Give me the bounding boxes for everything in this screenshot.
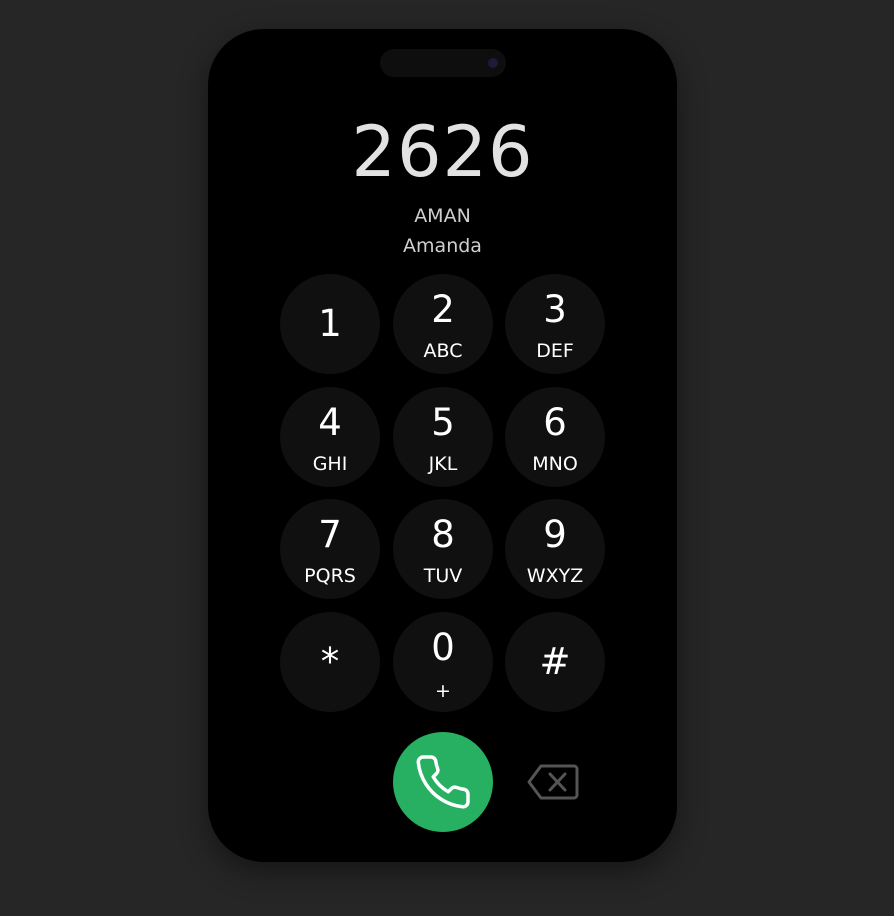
key-2[interactable]: 2 ABC: [393, 274, 493, 374]
key-digit: 9: [543, 513, 567, 556]
contact-name: Amanda: [403, 235, 482, 257]
phone-frame: 2626 AMAN Amanda 1 2 ABC 3 DEF 4 GHI 5 J…: [208, 29, 677, 862]
key-digit: *: [320, 640, 340, 683]
key-letters: MNO: [532, 453, 578, 475]
key-3[interactable]: 3 DEF: [505, 274, 605, 374]
key-digit: 8: [431, 513, 455, 556]
key-letters: JKL: [428, 453, 458, 475]
key-letters: +: [435, 680, 451, 702]
phone-icon: [416, 755, 470, 809]
key-letters: PQRS: [304, 565, 356, 587]
key-digit: 0: [431, 626, 455, 669]
key-digit: 5: [431, 401, 455, 444]
dynamic-island: [380, 49, 506, 77]
key-digit: 7: [318, 513, 342, 556]
key-letters: GHI: [312, 453, 348, 475]
key-6[interactable]: 6 MNO: [505, 387, 605, 487]
key-letters: TUV: [423, 565, 463, 587]
key-hash[interactable]: #: [505, 612, 605, 712]
call-button[interactable]: [393, 732, 493, 832]
key-digit: 1: [318, 302, 342, 345]
key-8[interactable]: 8 TUV: [393, 499, 493, 599]
key-9[interactable]: 9 WXYZ: [505, 499, 605, 599]
key-4[interactable]: 4 GHI: [280, 387, 380, 487]
key-letters: ABC: [423, 340, 463, 362]
key-letters: WXYZ: [526, 565, 584, 587]
delete-button[interactable]: [527, 762, 579, 802]
key-letters: DEF: [536, 340, 574, 362]
key-digit: #: [539, 640, 571, 683]
key-7[interactable]: 7 PQRS: [280, 499, 380, 599]
key-digit: 4: [318, 401, 342, 444]
key-1[interactable]: 1: [280, 274, 380, 374]
key-digit: 3: [543, 288, 567, 331]
key-digit: 6: [543, 401, 567, 444]
contact-tag: AMAN: [414, 205, 471, 227]
key-0[interactable]: 0 +: [393, 612, 493, 712]
backspace-icon: [527, 764, 579, 800]
key-star[interactable]: *: [280, 612, 380, 712]
key-5[interactable]: 5 JKL: [393, 387, 493, 487]
dialed-number: 2626: [351, 111, 534, 193]
key-digit: 2: [431, 288, 455, 331]
camera-dot: [488, 58, 498, 68]
